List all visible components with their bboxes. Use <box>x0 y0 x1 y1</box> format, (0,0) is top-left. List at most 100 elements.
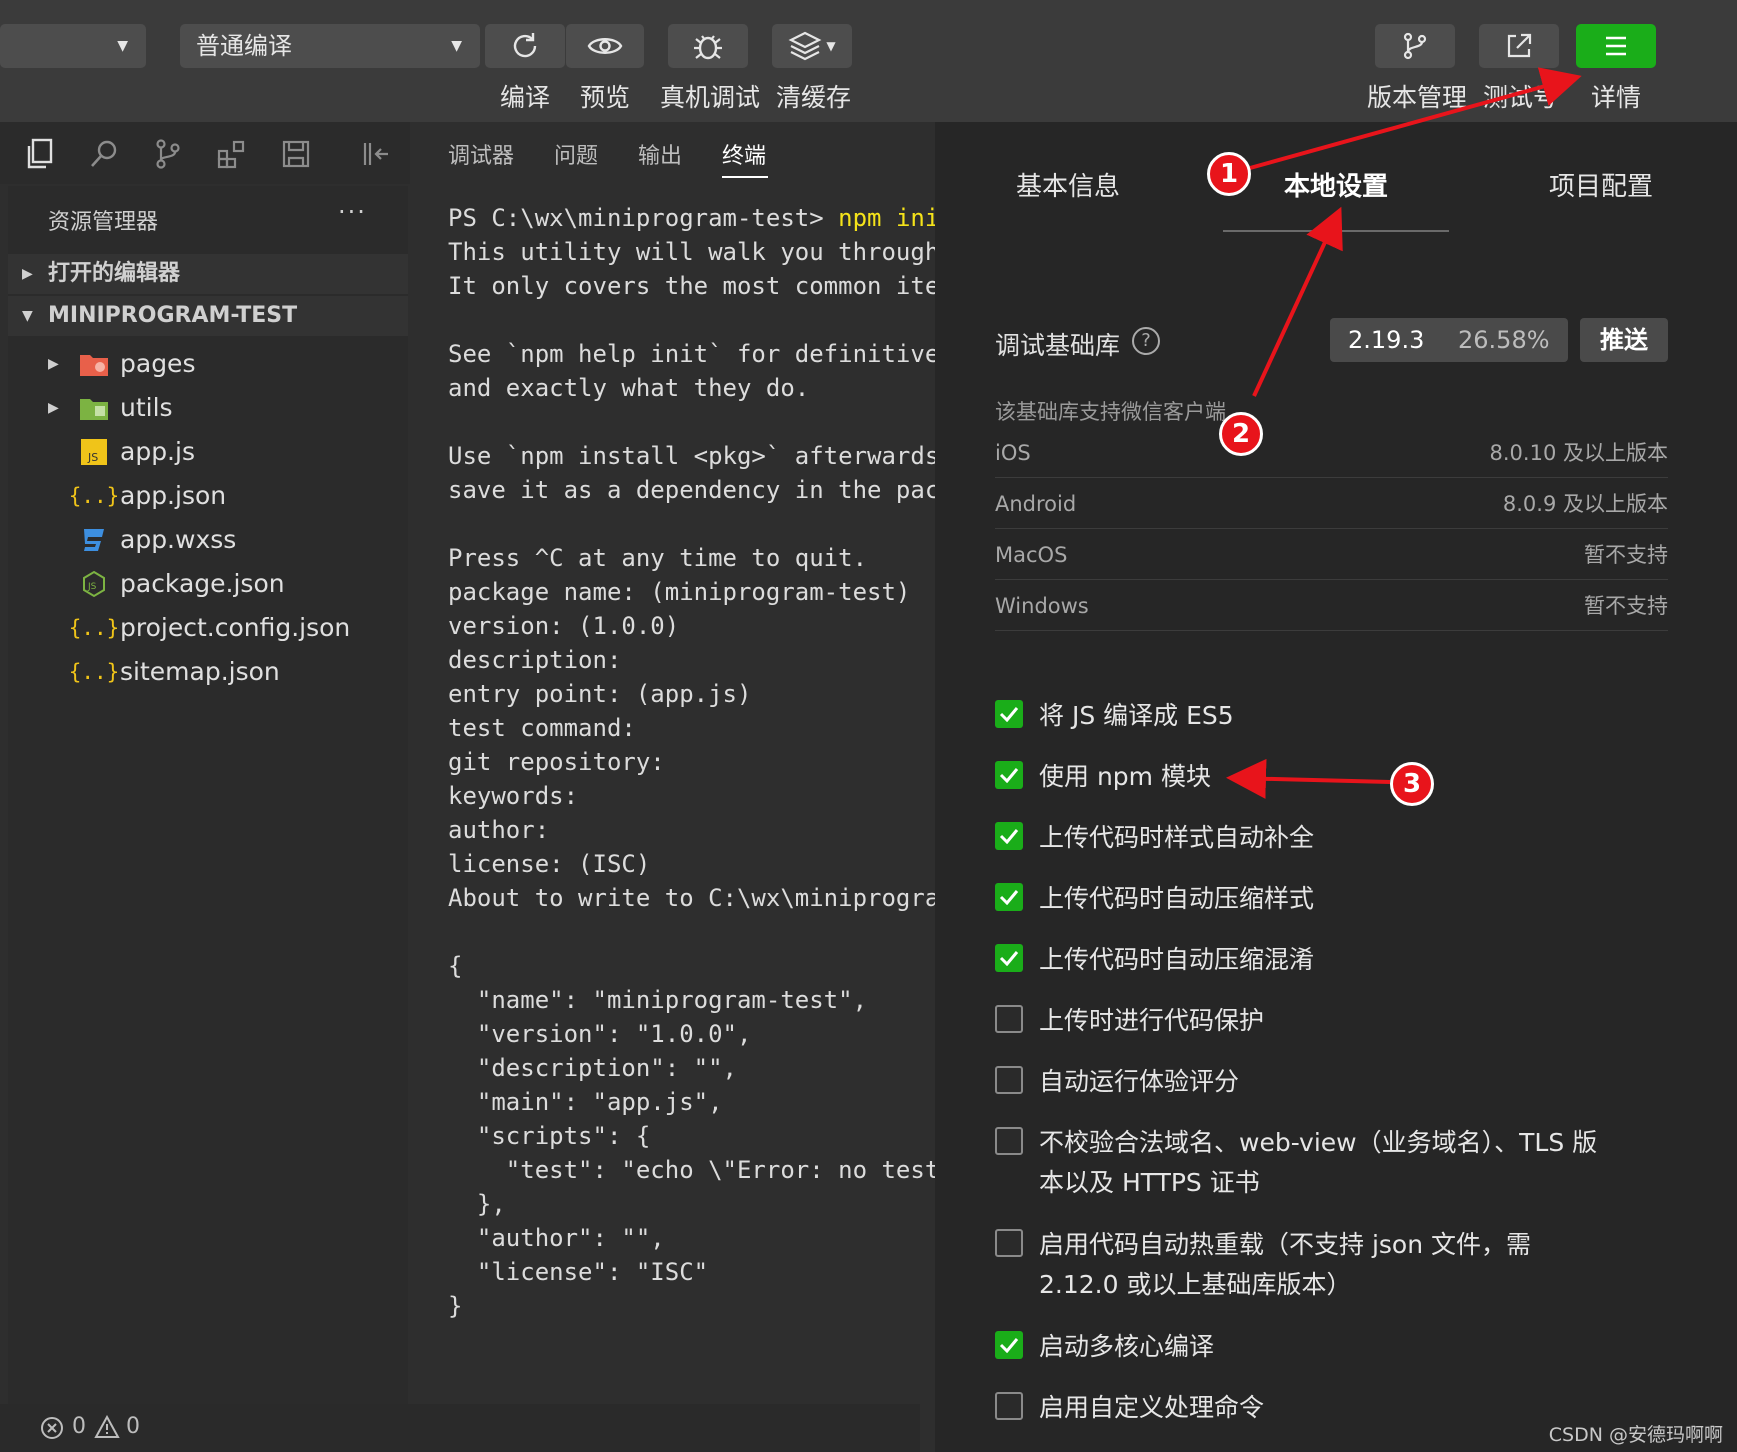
platform-requirement: 8.0.10 及以上版本 <box>1489 441 1668 465</box>
annotation-badge-2: 2 <box>1219 412 1263 456</box>
checkmark-icon <box>999 890 1019 905</box>
terminal-line: git repository: <box>448 748 665 776</box>
project-select[interactable]: ▼ <box>0 24 146 68</box>
terminal-line: package name: (miniprogram-test) <box>448 578 911 606</box>
terminal-line: "main": "app.js", <box>448 1088 723 1116</box>
real-device-debug-label: 真机调试 <box>660 83 761 112</box>
more-actions-button[interactable]: ··· <box>338 198 367 226</box>
compile-button[interactable] <box>485 24 565 68</box>
json-file-icon: {..} <box>68 616 120 640</box>
branch-icon <box>1403 32 1427 60</box>
tree-item-project-config-json[interactable]: {..} project.config.json <box>8 606 408 650</box>
tab-terminal[interactable]: 终端 <box>722 138 766 170</box>
tree-item-app-json[interactable]: {..} app.json <box>8 474 408 518</box>
test-account-button[interactable] <box>1479 24 1559 68</box>
terminal-output[interactable]: PS C:\wx\miniprogram-test> npm init This… <box>410 184 935 1404</box>
compile-mode-select[interactable]: 普通编译 ▼ <box>180 24 480 68</box>
terminal-line: version: (1.0.0) <box>448 612 680 640</box>
checkbox-checked[interactable] <box>995 822 1023 850</box>
version-control-button[interactable] <box>1375 24 1455 68</box>
terminal-line: }, <box>448 1190 506 1218</box>
annotation-badge-3: 3 <box>1390 762 1434 806</box>
project-section[interactable]: ▼ MINIPROGRAM-TEST <box>8 296 408 336</box>
tree-item-pages[interactable]: ▶ pages <box>8 342 408 386</box>
terminal-line: This utility will walk you through creat… <box>448 238 935 266</box>
terminal-line: "scripts": { <box>448 1122 651 1150</box>
tab-local-settings[interactable]: 本地设置 <box>1284 166 1388 203</box>
top-toolbar: ▼ 普通编译 ▼ ▼ 编译 预览 真机调试 清缓存 版本管理 测试号 详情 <box>0 0 1737 122</box>
terminal-line: entry point: (app.js) <box>448 680 752 708</box>
explorer-panel: 资源管理器 ··· ▶ 打开的编辑器 ▼ MINIPROGRAM-TEST ▶ … <box>8 186 408 1408</box>
platform-requirement: 暂不支持 <box>1584 543 1668 567</box>
checkbox-checked[interactable] <box>995 1331 1023 1359</box>
option-label: 将 JS 编译成 ES5 <box>1039 701 1234 730</box>
real-device-debug-button[interactable] <box>668 24 748 68</box>
platform-row-windows: Windows 暂不支持 <box>995 581 1668 631</box>
chevron-down-icon: ▼ <box>22 308 33 324</box>
checkbox-unchecked[interactable] <box>995 1066 1023 1094</box>
warning-count[interactable]: 0 <box>126 1414 140 1439</box>
open-editors-section[interactable]: ▶ 打开的编辑器 <box>8 254 408 294</box>
checkbox-checked[interactable] <box>995 700 1023 728</box>
terminal-line: description: <box>448 646 622 674</box>
option-label-continued: 2.12.0 或以上基础库版本） <box>1039 1270 1352 1299</box>
tab-project-config[interactable]: 项目配置 <box>1549 166 1653 203</box>
terminal-line: Use `npm install <pkg>` afterwards to in… <box>448 442 935 470</box>
menu-icon <box>1606 36 1626 56</box>
push-button[interactable]: 推送 <box>1580 318 1668 362</box>
tab-problems[interactable]: 问题 <box>554 138 598 170</box>
terminal-line: } <box>448 1292 463 1320</box>
terminal-line: See `npm help init` for definitive docum… <box>448 340 935 368</box>
save-icon[interactable] <box>276 134 316 174</box>
option-label-continued: 本以及 HTTPS 证书 <box>1039 1168 1260 1197</box>
checkbox-unchecked[interactable] <box>995 1005 1023 1033</box>
bottom-panel-tabs: 调试器 问题 输出 终端 <box>410 122 935 184</box>
tree-item-utils[interactable]: ▶ utils <box>8 386 408 430</box>
clear-cache-label: 清缓存 <box>776 83 852 112</box>
tree-item-label: pages <box>120 349 196 378</box>
checkbox-unchecked[interactable] <box>995 1392 1023 1420</box>
help-icon[interactable]: ? <box>1132 327 1160 355</box>
checkmark-icon <box>999 707 1019 722</box>
preview-button[interactable] <box>566 24 644 68</box>
platform-name: MacOS <box>995 543 1068 567</box>
platform-name: iOS <box>995 441 1031 465</box>
collapse-panel-icon[interactable] <box>356 134 396 174</box>
tab-debugger[interactable]: 调试器 <box>448 138 514 170</box>
terminal-prompt-line: PS C:\wx\miniprogram-test> npm init <box>448 204 935 232</box>
clear-cache-button[interactable]: ▼ <box>772 24 852 68</box>
option-label: 不校验合法域名、web-view（业务域名）、TLS 版 <box>1039 1128 1598 1157</box>
terminal-line: license: (ISC) <box>448 850 651 878</box>
folder-icon <box>78 350 110 378</box>
checkbox-unchecked[interactable] <box>995 1229 1023 1257</box>
details-button[interactable] <box>1576 24 1656 68</box>
error-count[interactable]: 0 <box>72 1414 86 1439</box>
checkbox-checked[interactable] <box>995 944 1023 972</box>
chevron-right-icon: ▶ <box>48 400 59 416</box>
folder-icon <box>78 394 110 422</box>
checkbox-checked[interactable] <box>995 883 1023 911</box>
tree-item-label: app.json <box>120 481 227 510</box>
checkmark-icon <box>999 768 1019 783</box>
tab-basic-info[interactable]: 基本信息 <box>1016 166 1120 203</box>
tree-item-sitemap-json[interactable]: {..} sitemap.json <box>8 650 408 694</box>
source-control-icon[interactable] <box>148 134 188 174</box>
platform-requirement: 暂不支持 <box>1584 594 1668 618</box>
checkbox-unchecked[interactable] <box>995 1127 1023 1155</box>
eye-icon <box>587 38 623 54</box>
tree-item-app-wxss[interactable]: app.wxss <box>8 518 408 562</box>
platform-row-ios: iOS 8.0.10 及以上版本 <box>995 428 1668 478</box>
search-icon[interactable] <box>84 134 124 174</box>
active-tab-indicator <box>722 176 768 178</box>
checkbox-checked[interactable] <box>995 761 1023 789</box>
terminal-line: About to write to C:\wx\miniprogram-test… <box>448 884 935 912</box>
tab-output[interactable]: 输出 <box>638 138 682 170</box>
extensions-icon[interactable] <box>212 134 252 174</box>
compile-mode-value: 普通编译 <box>196 32 292 60</box>
tree-item-app-js[interactable]: JS app.js <box>8 430 408 474</box>
tree-item-package-json[interactable]: JS package.json <box>8 562 408 606</box>
files-icon[interactable] <box>20 134 60 174</box>
terminal-line: and exactly what they do. <box>448 374 810 402</box>
error-icon <box>41 1417 63 1439</box>
base-library-select[interactable]: 2.19.3 26.58% <box>1330 318 1568 362</box>
